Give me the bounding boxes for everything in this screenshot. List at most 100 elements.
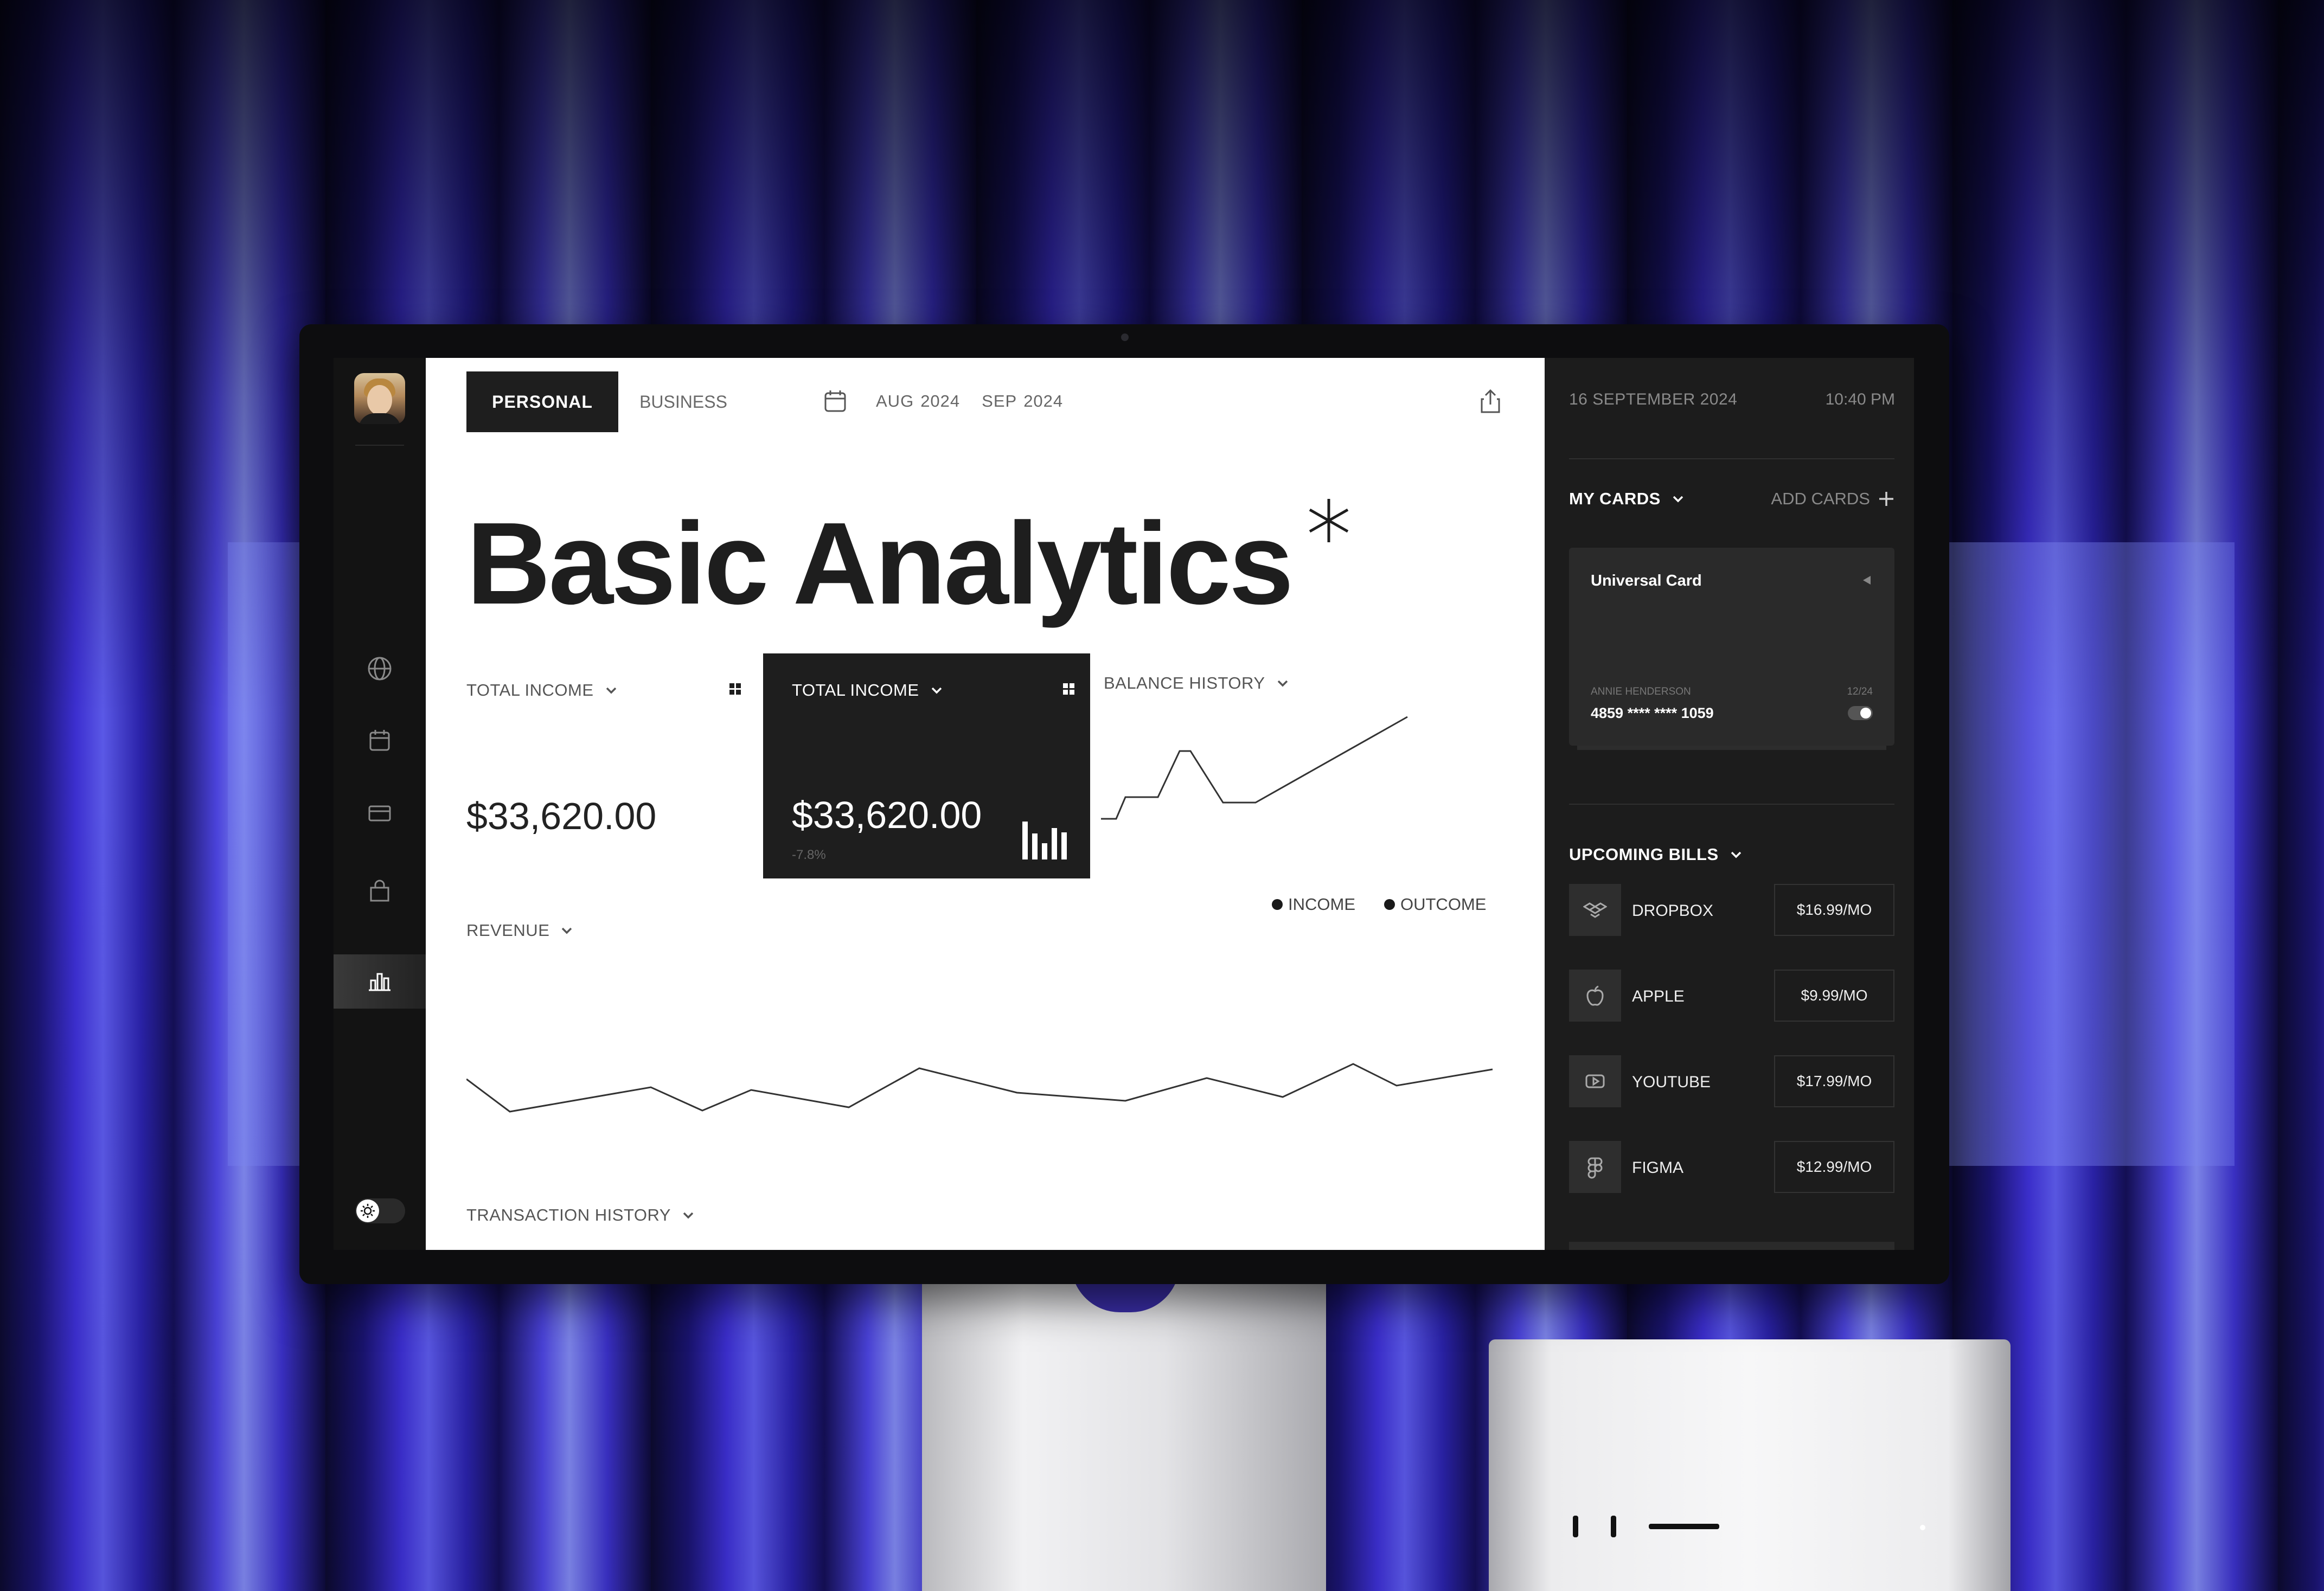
bill-row[interactable]: APPLE $9.99/MO (1569, 970, 1894, 1024)
date-range[interactable]: AUG 2024 SEP 2024 (876, 392, 1085, 411)
tab-business[interactable]: BUSINESS (629, 371, 738, 432)
bill-price: $17.99/MO (1774, 1055, 1894, 1107)
total-income-value: $33,620.00 (466, 795, 657, 837)
camera (1121, 333, 1129, 341)
chevron-down-icon (1731, 851, 1741, 858)
figma-icon (1587, 1157, 1603, 1179)
card-number: 4859 **** **** 1059 (1591, 705, 1714, 721)
add-cards-button[interactable]: ADD CARDS (1771, 489, 1895, 509)
current-date: 16 SEPTEMBER 2024 (1569, 390, 1738, 408)
balance-history-label: BALANCE HISTORY (1104, 673, 1265, 692)
date-picker-button[interactable] (822, 388, 849, 415)
grid-icon[interactable] (1063, 683, 1075, 695)
card-name: Universal Card (1591, 572, 1702, 589)
transaction-history-label: TRANSACTION HISTORY (466, 1205, 671, 1224)
transaction-history-dropdown[interactable]: TRANSACTION HISTORY (466, 1205, 696, 1225)
date-from-year: 2024 (920, 392, 961, 410)
bill-name: DROPBOX (1632, 902, 1714, 920)
avatar[interactable] (354, 373, 405, 424)
asterisk-icon (1304, 496, 1353, 545)
globe-icon (368, 657, 392, 681)
page-title: Basic Analytics (466, 498, 1294, 628)
mini-bar-chart (1022, 816, 1077, 859)
usb-port (1573, 1516, 1578, 1537)
date-to-month: SEP (982, 392, 1017, 410)
revenue-label: REVENUE (466, 921, 550, 940)
total-income-dropdown[interactable]: TOTAL INCOME (466, 681, 619, 700)
bill-icon (1569, 1055, 1621, 1107)
app-window: PERSONAL BUSINESS AUG 2024 SEP 2024 Basic A… (334, 358, 1914, 1250)
bill-row[interactable]: FIGMA $12.99/MO (1569, 1141, 1894, 1195)
chevron-down-icon (606, 687, 616, 694)
total-income-dropdown-dark[interactable]: TOTAL INCOME (792, 681, 944, 700)
sidebar-item-globe[interactable] (334, 641, 426, 696)
sidebar-item-calendar[interactable] (334, 713, 426, 767)
upcoming-bills-label: UPCOMING BILLS (1569, 845, 1719, 864)
bill-icon (1569, 884, 1621, 936)
usb-port (1611, 1516, 1616, 1537)
total-income-value-dark: $33,620.00 (792, 794, 982, 836)
main-content: PERSONAL BUSINESS AUG 2024 SEP 2024 Basic A… (426, 358, 1545, 1250)
calendar-icon (824, 390, 846, 412)
sd-card-slot (1649, 1524, 1719, 1529)
sidebar-item-analytics[interactable] (334, 954, 426, 1009)
card-holder: ANNIE HENDERSON (1591, 686, 1691, 697)
upcoming-bills-dropdown[interactable]: UPCOMING BILLS (1569, 845, 1744, 864)
bill-icon (1569, 1141, 1621, 1193)
bill-name: APPLE (1632, 987, 1685, 1005)
sidebar (334, 358, 426, 1250)
right-panel: 16 SEPTEMBER 2024 10:40 PM MY CARDS ADD … (1545, 358, 1914, 1250)
bill-icon (1569, 970, 1621, 1022)
power-led (1920, 1525, 1925, 1530)
legend-dot-outcome (1384, 899, 1395, 910)
bill-price: $9.99/MO (1774, 970, 1894, 1022)
card-toggle[interactable] (1848, 706, 1873, 720)
date-to-year: 2024 (1023, 392, 1064, 410)
total-income-card-dark[interactable]: TOTAL INCOME $33,620.00 -7.8% (763, 653, 1090, 878)
bill-row-partial (1569, 1242, 1894, 1250)
sidebar-item-cards[interactable] (334, 786, 426, 841)
revenue-dropdown[interactable]: REVENUE (466, 921, 574, 940)
plus-icon (1879, 492, 1893, 506)
tab-personal[interactable]: PERSONAL (466, 371, 618, 432)
bill-row[interactable]: YOUTUBE $17.99/MO (1569, 1055, 1894, 1109)
bill-name: YOUTUBE (1632, 1073, 1711, 1091)
panel-divider (1569, 458, 1894, 459)
date-from-month: AUG (876, 392, 914, 410)
chevron-down-icon (931, 687, 942, 694)
total-income-label: TOTAL INCOME (466, 681, 594, 700)
legend-outcome-label: OUTCOME (1400, 895, 1487, 914)
chevron-down-icon (562, 927, 572, 934)
contactless-icon (1860, 574, 1873, 587)
chevron-down-icon (1673, 496, 1683, 503)
legend-outcome: OUTCOME (1384, 895, 1486, 914)
share-icon (1481, 389, 1500, 413)
chevron-down-icon (683, 1212, 694, 1219)
theme-toggle-knob (356, 1199, 379, 1222)
theme-toggle[interactable] (355, 1198, 405, 1223)
legend-dot-income (1272, 899, 1283, 910)
apple-icon (1586, 985, 1604, 1006)
grid-icon[interactable] (729, 683, 741, 695)
universal-card[interactable]: Universal Card ANNIE HENDERSON 12/24 485… (1569, 548, 1894, 746)
youtube-icon (1585, 1074, 1605, 1088)
shopping-bag-icon (370, 880, 389, 902)
dropbox-icon (1583, 902, 1607, 918)
balance-history-chart (1101, 716, 1408, 820)
bill-price: $12.99/MO (1774, 1141, 1894, 1193)
mac-studio (1489, 1339, 2011, 1591)
my-cards-label: MY CARDS (1569, 489, 1661, 508)
my-cards-dropdown[interactable]: MY CARDS (1569, 489, 1686, 509)
balance-history-dropdown[interactable]: BALANCE HISTORY (1104, 673, 1290, 693)
sidebar-item-shop[interactable] (334, 864, 426, 918)
add-cards-label: ADD CARDS (1771, 489, 1870, 508)
panel-divider (1569, 804, 1894, 805)
sun-icon (361, 1204, 375, 1218)
revenue-chart (466, 1063, 1493, 1113)
card-expiry: 12/24 (1847, 686, 1873, 697)
share-button[interactable] (1475, 386, 1506, 416)
bar-chart-icon (369, 973, 390, 991)
current-time: 10:40 PM (1825, 390, 1895, 408)
bill-row[interactable]: DROPBOX $16.99/MO (1569, 884, 1894, 938)
total-income-label-dark: TOTAL INCOME (792, 681, 919, 700)
